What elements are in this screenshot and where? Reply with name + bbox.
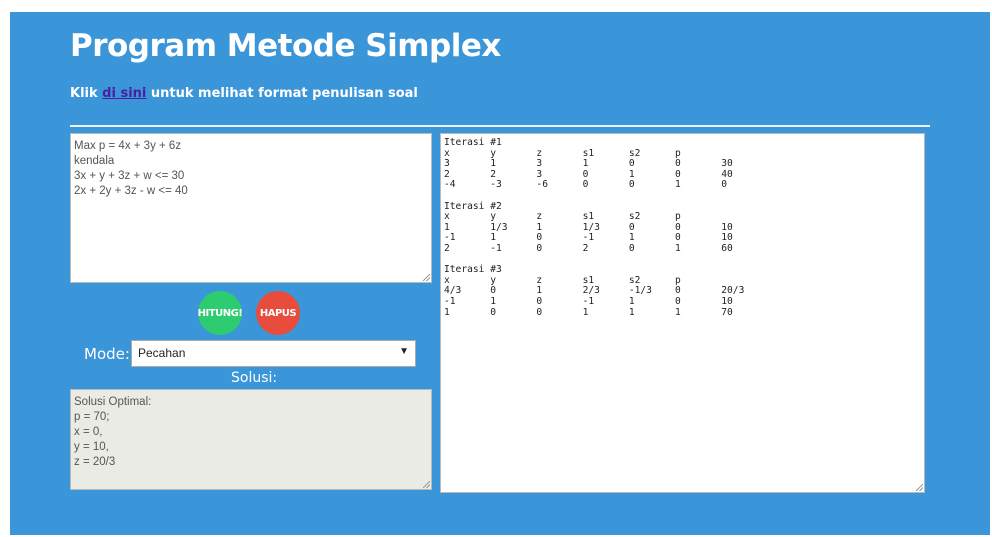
- solution-resize-handle-icon[interactable]: [423, 481, 430, 488]
- hapus-button[interactable]: HAPUS: [256, 291, 300, 335]
- solution-label: Solusi:: [231, 370, 278, 386]
- mode-select[interactable]: Pecahan ▼: [131, 340, 416, 367]
- problem-resize-handle-icon[interactable]: [423, 274, 430, 281]
- hitung-button[interactable]: HITUNG!: [198, 291, 243, 335]
- iterations-resize-handle-icon[interactable]: [916, 484, 923, 491]
- instruction-prefix: Klik: [70, 86, 103, 101]
- iterations-output[interactable]: Iterasi #1 x y z s1 s2 p 3 1 3 1 0 0 30 …: [440, 133, 925, 493]
- page-title: Program Metode Simplex: [70, 28, 501, 64]
- solution-output[interactable]: Solusi Optimal: p = 70; x = 0, y = 10, z…: [70, 389, 432, 490]
- format-instruction: Klik di sini untuk melihat format penuli…: [70, 86, 418, 101]
- instruction-suffix: untuk melihat format penulisan soal: [146, 86, 418, 101]
- header-divider: [70, 125, 930, 127]
- mode-selected-value: Pecahan: [138, 346, 186, 360]
- problem-input[interactable]: Max p = 4x + 3y + 6z kendala 3x + y + 3z…: [70, 133, 432, 283]
- mode-label: Mode:: [84, 345, 130, 363]
- dropdown-arrow-icon: ▼: [399, 346, 409, 357]
- format-help-link[interactable]: di sini: [102, 86, 146, 101]
- page-background: Program Metode Simplex Klik di sini untu…: [10, 12, 990, 535]
